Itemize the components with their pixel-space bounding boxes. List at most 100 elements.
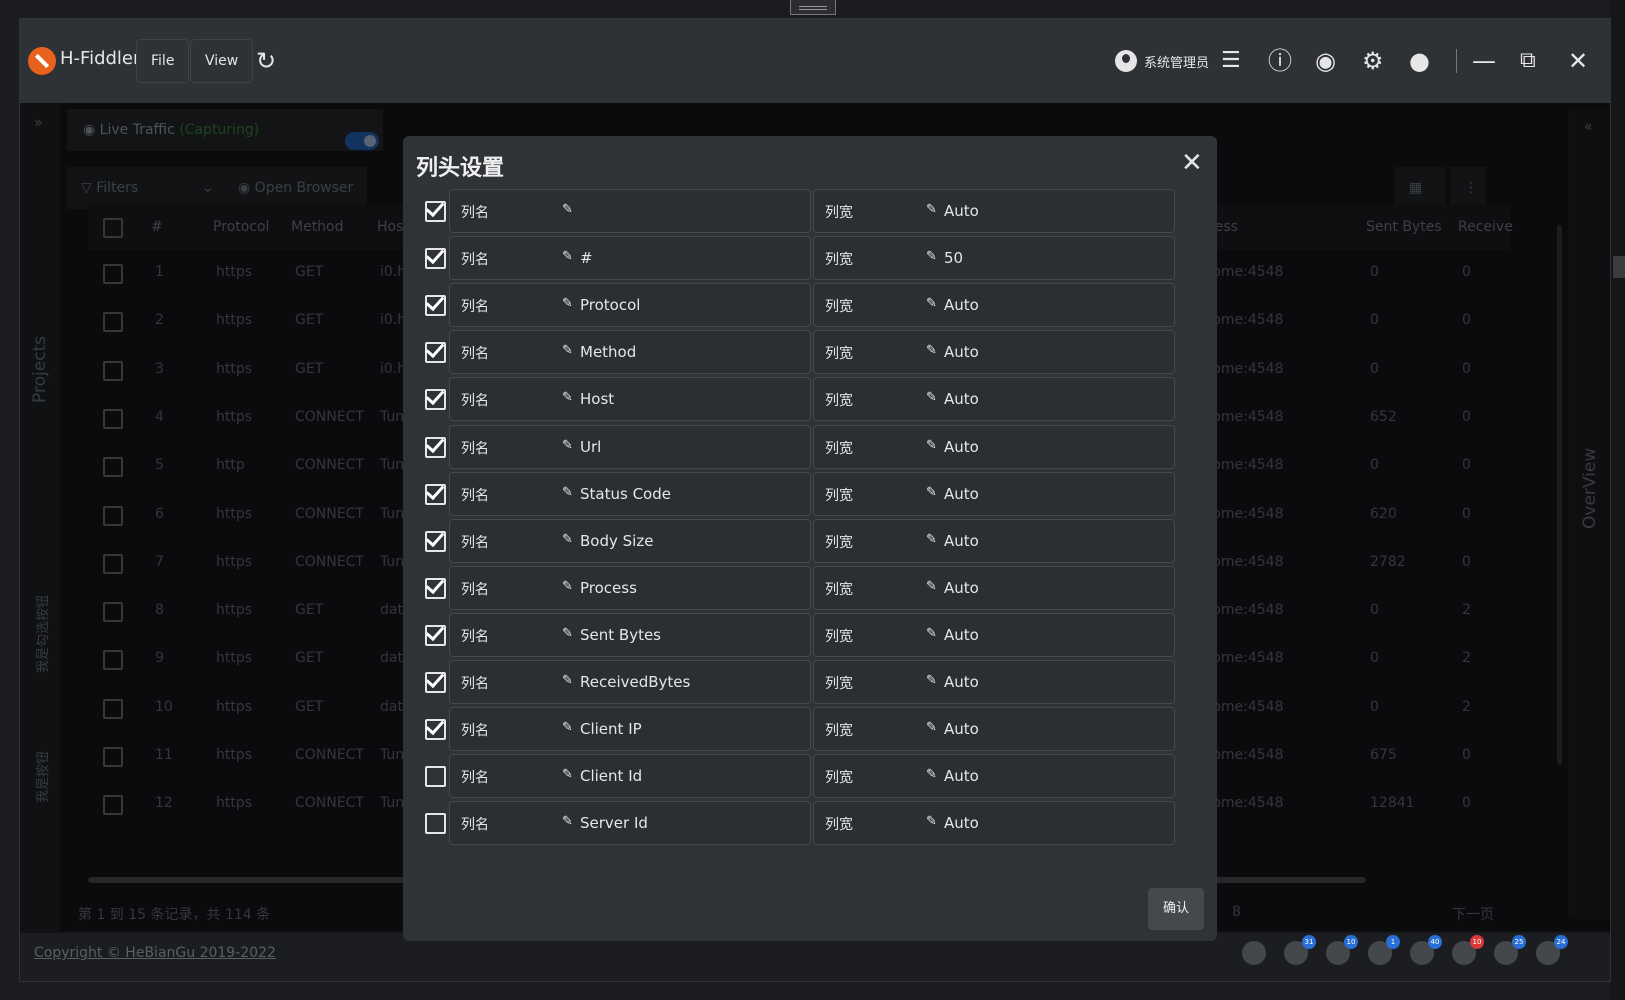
chat-icon[interactable]	[1242, 941, 1266, 965]
column-visible-checkbox[interactable]	[425, 527, 446, 552]
column-visible-checkbox[interactable]	[425, 621, 446, 646]
column-name-value[interactable]: Host	[580, 390, 614, 408]
column-visible-checkbox[interactable]	[425, 574, 446, 599]
close-icon[interactable]: ✕	[1181, 150, 1203, 176]
pencil-icon: ✎	[926, 296, 937, 312]
column-name-value[interactable]: Client IP	[580, 720, 642, 738]
user-name[interactable]: 系统管理员	[1144, 52, 1209, 71]
restore-icon[interactable]: ⧉	[1520, 47, 1536, 75]
column-width-field[interactable]: 列宽 ✎ Auto	[813, 801, 1175, 846]
column-visible-checkbox[interactable]	[425, 480, 446, 505]
column-width-value[interactable]: Auto	[944, 579, 979, 597]
column-width-value[interactable]: Auto	[944, 626, 979, 644]
column-name-field[interactable]: 列名 ✎ #	[449, 236, 811, 281]
column-visible-checkbox[interactable]	[425, 386, 446, 411]
column-width-field[interactable]: 列宽 ✎ Auto	[813, 754, 1175, 799]
column-name-field[interactable]: 列名 ✎ Url	[449, 424, 811, 469]
column-visible-checkbox[interactable]	[425, 715, 446, 741]
column-width-field[interactable]: 列宽 ✎ Auto	[813, 612, 1175, 657]
history-icon[interactable]: 31	[1284, 935, 1316, 965]
column-width-value[interactable]: Auto	[944, 296, 979, 314]
column-width-field[interactable]: 列宽 ✎ Auto	[813, 424, 1175, 469]
minimize-icon[interactable]: —	[1472, 47, 1496, 75]
copyright-link[interactable]: Copyright © HeBianGu 2019-2022	[34, 945, 276, 961]
column-name-field[interactable]: 列名 ✎ Method	[449, 330, 811, 375]
column-name-field[interactable]: 列名 ✎ Protocol	[449, 283, 811, 328]
column-visible-checkbox[interactable]	[425, 433, 446, 458]
column-name-field[interactable]: 列名 ✎ Client Id	[449, 754, 811, 799]
column-width-value[interactable]: Auto	[944, 485, 979, 503]
column-name-field[interactable]: 列名 ✎	[449, 189, 811, 233]
apps-icon[interactable]: 1	[1368, 935, 1400, 965]
column-width-field[interactable]: 列宽 ✎ Auto	[813, 283, 1175, 328]
column-visible-checkbox[interactable]	[425, 339, 446, 364]
star-icon[interactable]: 10	[1326, 935, 1358, 965]
column-name-value[interactable]: Body Size	[580, 532, 653, 550]
column-name-field[interactable]: 列名 ✎ Host	[449, 377, 811, 422]
user-avatar-icon[interactable]	[1115, 50, 1137, 72]
column-width-value[interactable]: 50	[944, 249, 963, 267]
column-name-field[interactable]: 列名 ✎ Sent Bytes	[449, 612, 811, 657]
window-drag-handle[interactable]	[790, 0, 836, 15]
column-width-value[interactable]: Auto	[944, 720, 979, 738]
file-menu-button[interactable]: File	[136, 39, 190, 83]
help-icon[interactable]: ⓘ	[1268, 47, 1292, 75]
column-name-field[interactable]: 列名 ✎ Process	[449, 565, 811, 610]
column-width-field[interactable]: 列宽 ✎ Auto	[813, 471, 1175, 516]
gear-icon[interactable]: ⚙	[1362, 47, 1384, 75]
column-width-field[interactable]: 列宽 ✎ Auto	[813, 518, 1175, 563]
column-width-field[interactable]: 列宽 ✎ 50	[813, 236, 1175, 281]
column-width-field[interactable]: 列宽 ✎ Auto	[813, 707, 1175, 752]
column-name-field[interactable]: 列名 ✎ Server Id	[449, 801, 811, 846]
folder-icon[interactable]: 25	[1494, 935, 1526, 965]
edge-scroll-thumb[interactable]	[1613, 256, 1625, 278]
bell-icon[interactable]: 10	[1452, 935, 1484, 965]
column-name-value[interactable]: Sent Bytes	[580, 626, 661, 644]
column-name-value[interactable]: Method	[580, 343, 636, 361]
column-width-field[interactable]: 列宽 ✎ Auto	[813, 565, 1175, 610]
column-width-value[interactable]: Auto	[944, 532, 979, 550]
column-width-field[interactable]: 列宽 ✎ Auto	[813, 330, 1175, 375]
close-window-icon[interactable]: ✕	[1568, 47, 1588, 75]
column-name-field[interactable]: 列名 ✎ Body Size	[449, 518, 811, 563]
column-width-value[interactable]: Auto	[944, 390, 979, 408]
column-name-value[interactable]: Protocol	[580, 296, 640, 314]
column-name-field[interactable]: 列名 ✎ ReceivedBytes	[449, 660, 811, 704]
column-visible-checkbox[interactable]	[425, 292, 446, 317]
column-width-value[interactable]: Auto	[944, 202, 979, 220]
column-visible-checkbox[interactable]	[425, 197, 446, 222]
column-visible-checkbox[interactable]	[425, 813, 446, 835]
column-name-value[interactable]: Client Id	[580, 767, 642, 785]
column-name-value[interactable]: Process	[580, 579, 637, 597]
column-width-value[interactable]: Auto	[944, 343, 979, 361]
notification-badge: 10	[1470, 935, 1484, 949]
column-name-field[interactable]: 列名 ✎ Client IP	[449, 707, 811, 752]
column-name-value[interactable]: Server Id	[580, 814, 648, 832]
column-width-value[interactable]: Auto	[944, 814, 979, 832]
notification-badge: 25	[1512, 935, 1526, 949]
column-visible-checkbox[interactable]	[425, 668, 446, 693]
pencil-icon: ✎	[926, 343, 937, 359]
column-name-value[interactable]: Status Code	[580, 485, 671, 503]
column-name-value[interactable]: #	[580, 249, 593, 267]
column-width-value[interactable]: Auto	[944, 673, 979, 691]
column-name-value[interactable]: Url	[580, 438, 601, 456]
refresh-icon[interactable]: ↻	[256, 47, 276, 75]
mail-icon[interactable]: 24	[1536, 935, 1568, 965]
list-icon[interactable]: ☰	[1221, 47, 1241, 75]
column-width-field[interactable]: 列宽 ✎ Auto	[813, 377, 1175, 422]
palette-icon[interactable]: ●	[1409, 47, 1430, 75]
confirm-button[interactable]: 确认	[1148, 888, 1204, 930]
column-visible-checkbox[interactable]	[425, 766, 446, 788]
column-visible-checkbox[interactable]	[425, 244, 446, 270]
view-menu-button[interactable]: View	[190, 39, 254, 83]
pencil-icon: ✎	[562, 578, 573, 594]
pin-icon[interactable]: 40	[1410, 935, 1442, 965]
hide-eye-icon[interactable]: ◉	[1315, 47, 1336, 75]
column-name-value[interactable]: ReceivedBytes	[580, 673, 690, 691]
column-width-field[interactable]: 列宽 ✎ Auto	[813, 660, 1175, 704]
column-name-field[interactable]: 列名 ✎ Status Code	[449, 471, 811, 516]
column-width-field[interactable]: 列宽 ✎ Auto	[813, 189, 1175, 233]
column-width-value[interactable]: Auto	[944, 767, 979, 785]
column-width-value[interactable]: Auto	[944, 438, 979, 456]
